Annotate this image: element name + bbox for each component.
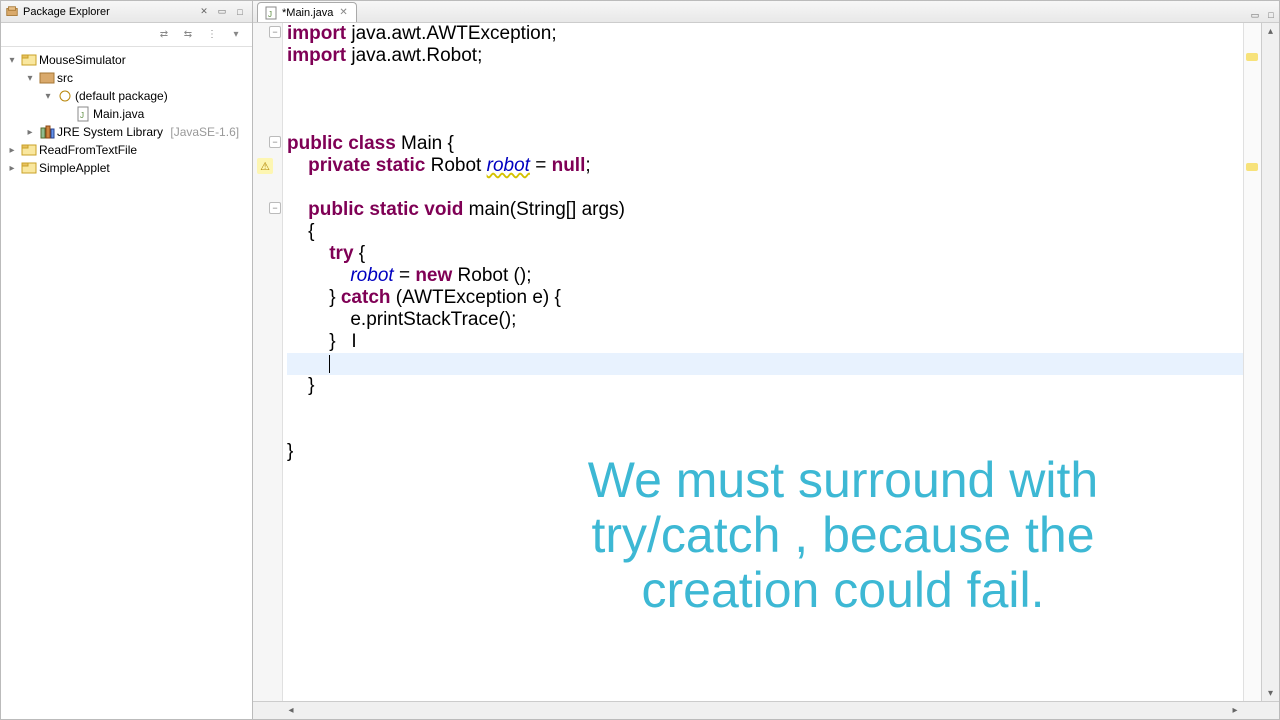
overview-warning-marker[interactable] xyxy=(1246,53,1258,61)
view-menu-button[interactable]: ▾ xyxy=(226,25,246,45)
project-simpleapplet[interactable]: ▸ SimpleApplet xyxy=(1,159,252,177)
tab-bar: J *Main.java ✕ ▭ □ xyxy=(253,1,1279,23)
scroll-right-button[interactable]: ▸ xyxy=(1227,705,1243,716)
explorer-header: Package Explorer ✕ ▭ □ xyxy=(1,1,252,23)
package-explorer-panel: Package Explorer ✕ ▭ □ ⇄ ⇆ ⋮ ▾ ▾ MouseSi… xyxy=(0,0,253,720)
project-icon xyxy=(21,160,37,176)
project-label: SimpleApplet xyxy=(39,161,110,175)
java-file-icon: J xyxy=(75,106,91,122)
fold-marker[interactable]: − xyxy=(269,26,281,38)
jre-label: JRE System Library xyxy=(57,125,163,139)
minimize-editor-button[interactable]: ▭ xyxy=(1247,8,1263,22)
vertical-scrollbar[interactable]: ▴ ▾ xyxy=(1261,23,1279,701)
maximize-editor-button[interactable]: □ xyxy=(1263,8,1279,22)
overview-warning-marker[interactable] xyxy=(1246,163,1258,171)
project-mousesimulator[interactable]: ▾ MouseSimulator xyxy=(1,51,252,69)
project-label: MouseSimulator xyxy=(39,53,126,67)
maximize-explorer-button[interactable]: □ xyxy=(232,5,248,19)
scroll-left-button[interactable]: ◂ xyxy=(283,705,299,716)
library-icon xyxy=(39,124,55,140)
explorer-title: Package Explorer xyxy=(23,6,110,18)
tab-main-java[interactable]: J *Main.java ✕ xyxy=(257,2,357,22)
jre-library[interactable]: ▸ JRE System Library [JavaSE-1.6] xyxy=(19,123,252,141)
warning-marker[interactable]: ⚠ xyxy=(257,158,273,174)
horizontal-scrollbar[interactable]: ◂ ▸ xyxy=(253,701,1279,719)
file-label: Main.java xyxy=(93,107,144,121)
expand-icon[interactable]: ▸ xyxy=(5,161,19,175)
pkg-label: (default package) xyxy=(75,89,168,103)
svg-text:J: J xyxy=(268,10,272,19)
fold-marker[interactable]: − xyxy=(269,136,281,148)
expand-icon[interactable]: ▸ xyxy=(5,143,19,157)
jre-version: [JavaSE-1.6] xyxy=(170,125,239,139)
project-readfromtextfile[interactable]: ▸ ReadFromTextFile xyxy=(1,141,252,159)
link-editor-button[interactable]: ⇆ xyxy=(178,25,198,45)
src-folder-icon xyxy=(39,70,55,86)
svg-text:J: J xyxy=(80,111,84,120)
annotation-overlay: We must surround with try/catch , becaus… xyxy=(563,453,1123,618)
close-tab-button[interactable]: ✕ xyxy=(337,7,349,18)
project-tree: ▾ MouseSimulator ▾ src ▾ (default packag… xyxy=(1,47,252,719)
close-explorer-button[interactable]: ✕ xyxy=(196,5,212,19)
filter-button[interactable]: ⋮ xyxy=(202,25,222,45)
src-label: src xyxy=(57,71,73,85)
expand-icon[interactable]: ▾ xyxy=(41,89,55,103)
explorer-toolbar: ⇄ ⇆ ⋮ ▾ xyxy=(1,23,252,47)
src-folder[interactable]: ▾ src xyxy=(19,69,252,87)
scroll-down-button[interactable]: ▾ xyxy=(1262,685,1279,701)
file-main-java[interactable]: J Main.java xyxy=(55,105,252,123)
collapse-all-button[interactable]: ⇄ xyxy=(154,25,174,45)
fold-marker[interactable]: − xyxy=(269,202,281,214)
spacer xyxy=(59,107,73,121)
project-icon xyxy=(21,52,37,68)
minimize-explorer-button[interactable]: ▭ xyxy=(214,5,230,19)
project-label: ReadFromTextFile xyxy=(39,143,137,157)
expand-icon[interactable]: ▾ xyxy=(5,53,19,67)
expand-icon[interactable]: ▾ xyxy=(23,71,37,85)
package-icon xyxy=(57,88,73,104)
code-area[interactable]: import java.awt.AWTException;import java… xyxy=(283,23,1243,701)
editor-body: − − ⚠ − import java.awt.AWTException;imp… xyxy=(253,23,1279,701)
project-icon xyxy=(21,142,37,158)
default-package[interactable]: ▾ (default package) xyxy=(37,87,252,105)
editor-panel: J *Main.java ✕ ▭ □ − − ⚠ − import java.a… xyxy=(253,0,1280,720)
expand-icon[interactable]: ▸ xyxy=(23,125,37,139)
gutter: − − ⚠ − xyxy=(253,23,283,701)
overview-ruler[interactable] xyxy=(1243,23,1261,701)
scroll-up-button[interactable]: ▴ xyxy=(1262,23,1279,39)
package-explorer-icon xyxy=(5,5,19,19)
text-cursor xyxy=(329,355,330,373)
tab-label: *Main.java xyxy=(282,7,333,19)
java-file-icon: J xyxy=(264,6,278,20)
